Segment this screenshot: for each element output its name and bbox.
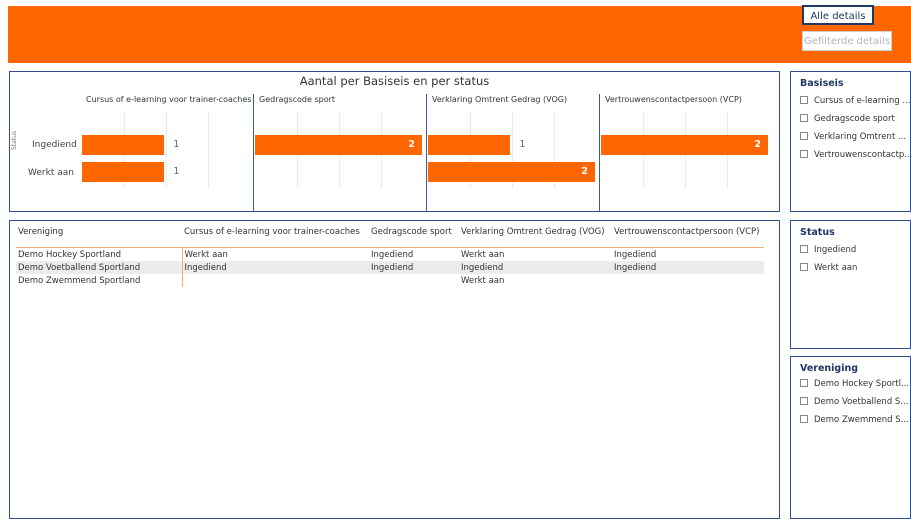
slicer-item-label: Demo Hockey Sportl...: [814, 379, 910, 389]
slicer-item-gedragscode[interactable]: Gedragscode sport: [800, 114, 895, 124]
checkbox-icon[interactable]: [800, 415, 808, 423]
details-table: Vereniging Cursus of e-learning voor tra…: [16, 227, 764, 287]
bar-value-label: 2: [754, 139, 761, 150]
bar-value-label: 1: [519, 139, 526, 150]
bar[interactable]: [82, 135, 165, 155]
bar-value-label: 2: [408, 139, 415, 150]
checkbox-icon[interactable]: [800, 397, 808, 405]
checkbox-icon[interactable]: [800, 379, 808, 387]
table-cell: Ingediend: [369, 261, 459, 274]
column-header-gedragscode[interactable]: Gedragscode sport: [369, 227, 459, 248]
slicer-item-label: Cursus of e-learning ...: [814, 96, 911, 106]
slicer-basiseis: Basiseis Cursus of e-learning ... Gedrag…: [790, 71, 911, 212]
checkbox-icon[interactable]: [800, 263, 808, 271]
bar-value-label: 2: [581, 166, 588, 177]
chart-title: Aantal per Basiseis en per status: [299, 74, 490, 88]
facet-title: Gedragscode sport: [259, 95, 336, 104]
bar[interactable]: [428, 135, 511, 155]
column-header-vog[interactable]: Verklaring Omtrent Gedrag (VOG): [459, 227, 612, 248]
table-cell: [181, 274, 369, 287]
slicer-title-status: Status: [800, 227, 835, 238]
filtered-details-button[interactable]: Gefilterde details: [802, 31, 892, 51]
bar[interactable]: [255, 135, 422, 155]
status-axis-label: Status: [11, 130, 18, 150]
table-cell: Ingediend: [614, 249, 657, 260]
header-bar: [8, 6, 911, 63]
checkbox-icon[interactable]: [800, 245, 808, 253]
gridline: [208, 112, 209, 187]
table-cell: Ingediend: [459, 261, 612, 274]
table-cell: Ingediend: [612, 261, 764, 274]
table-cell: Ingediend: [181, 261, 369, 274]
bar[interactable]: [82, 162, 165, 182]
table-cell: Demo Zwemmend Sportland: [18, 275, 141, 286]
slicer-item-cursus[interactable]: Cursus of e-learning ...: [800, 96, 910, 106]
checkbox-icon[interactable]: [800, 132, 808, 140]
slicer-title-basiseis: Basiseis: [800, 78, 844, 89]
table-cell: Ingediend: [371, 249, 414, 260]
slicer-item-hockey[interactable]: Demo Hockey Sportl...: [800, 379, 909, 389]
bar[interactable]: [601, 135, 768, 155]
slicer-item-label: Vertrouwenscontactp...: [814, 150, 911, 160]
slicer-item-zwemmen[interactable]: Demo Zwemmend S...: [800, 415, 909, 425]
table-cell: Werkt aan: [181, 247, 369, 261]
facet-title: Verklaring Omtrent Gedrag (VOG): [432, 95, 568, 104]
slicer-status: Status Ingediend Werkt aan: [790, 220, 911, 349]
table-cell: [612, 274, 764, 287]
table-row[interactable]: Demo Hockey Sportland Werkt aan Ingedien…: [16, 247, 764, 261]
category-label-werkt-aan: Werkt aan: [28, 168, 74, 178]
slicer-item-label: Gedragscode sport: [814, 114, 895, 124]
slicer-item-label: Ingediend: [814, 245, 857, 255]
table-cell: [369, 274, 459, 287]
chart-panel: Aantal per Basiseis en per status Status…: [9, 71, 780, 212]
table-row[interactable]: Demo Zwemmend Sportland Werkt aan: [16, 274, 764, 287]
slicer-item-vog[interactable]: Verklaring Omtrent ...: [800, 132, 906, 142]
slicer-item-vcp[interactable]: Vertrouwenscontactp...: [800, 150, 911, 160]
facet-separator: [599, 94, 600, 211]
slicer-item-label: Werkt aan: [814, 263, 858, 273]
table-cell: Werkt aan: [461, 275, 505, 286]
table-row[interactable]: Demo Voetballend Sportland Ingediend Ing…: [16, 261, 764, 274]
column-header-cursus[interactable]: Cursus of e-learning voor trainer-coache…: [182, 227, 369, 248]
checkbox-icon[interactable]: [800, 96, 808, 104]
facet-title: Vertrouwenscontactpersoon (VCP): [605, 95, 742, 104]
table-cell: Werkt aan: [461, 249, 505, 260]
slicer-item-label: Demo Zwemmend S...: [814, 415, 909, 425]
slicer-item-label: Verklaring Omtrent ...: [814, 132, 907, 142]
all-details-button[interactable]: Alle details: [802, 5, 874, 25]
table-cell: Demo Hockey Sportland: [18, 249, 121, 260]
column-header-vcp[interactable]: Vertrouwenscontactpersoon (VCP): [612, 227, 764, 248]
slicer-item-werkt-aan[interactable]: Werkt aan: [800, 263, 857, 273]
slicer-item-label: Demo Voetballend S...: [814, 397, 909, 407]
gridline: [166, 112, 167, 187]
table-header-row: Vereniging Cursus of e-learning voor tra…: [16, 227, 764, 248]
checkbox-icon[interactable]: [800, 150, 808, 158]
slicer-item-voetbal[interactable]: Demo Voetballend S...: [800, 397, 908, 407]
bar[interactable]: [428, 162, 595, 182]
category-label-ingediend: Ingediend: [32, 140, 77, 150]
details-table-panel: Vereniging Cursus of e-learning voor tra…: [9, 220, 780, 519]
column-header-vereniging[interactable]: Vereniging: [16, 227, 182, 248]
bar-value-label: 1: [173, 139, 180, 150]
slicer-title-vereniging: Vereniging: [800, 363, 859, 374]
slicer-vereniging: Vereniging Demo Hockey Sportl... Demo Vo…: [790, 356, 911, 519]
bar-value-label: 1: [173, 166, 180, 177]
facet-separator: [253, 94, 254, 211]
facet-title: Cursus of e-learning voor trainer-coache…: [86, 95, 252, 104]
facet-separator: [426, 94, 427, 211]
slicer-item-ingediend[interactable]: Ingediend: [800, 245, 856, 255]
table-cell: Demo Voetballend Sportland: [16, 261, 182, 274]
checkbox-icon[interactable]: [800, 114, 808, 122]
